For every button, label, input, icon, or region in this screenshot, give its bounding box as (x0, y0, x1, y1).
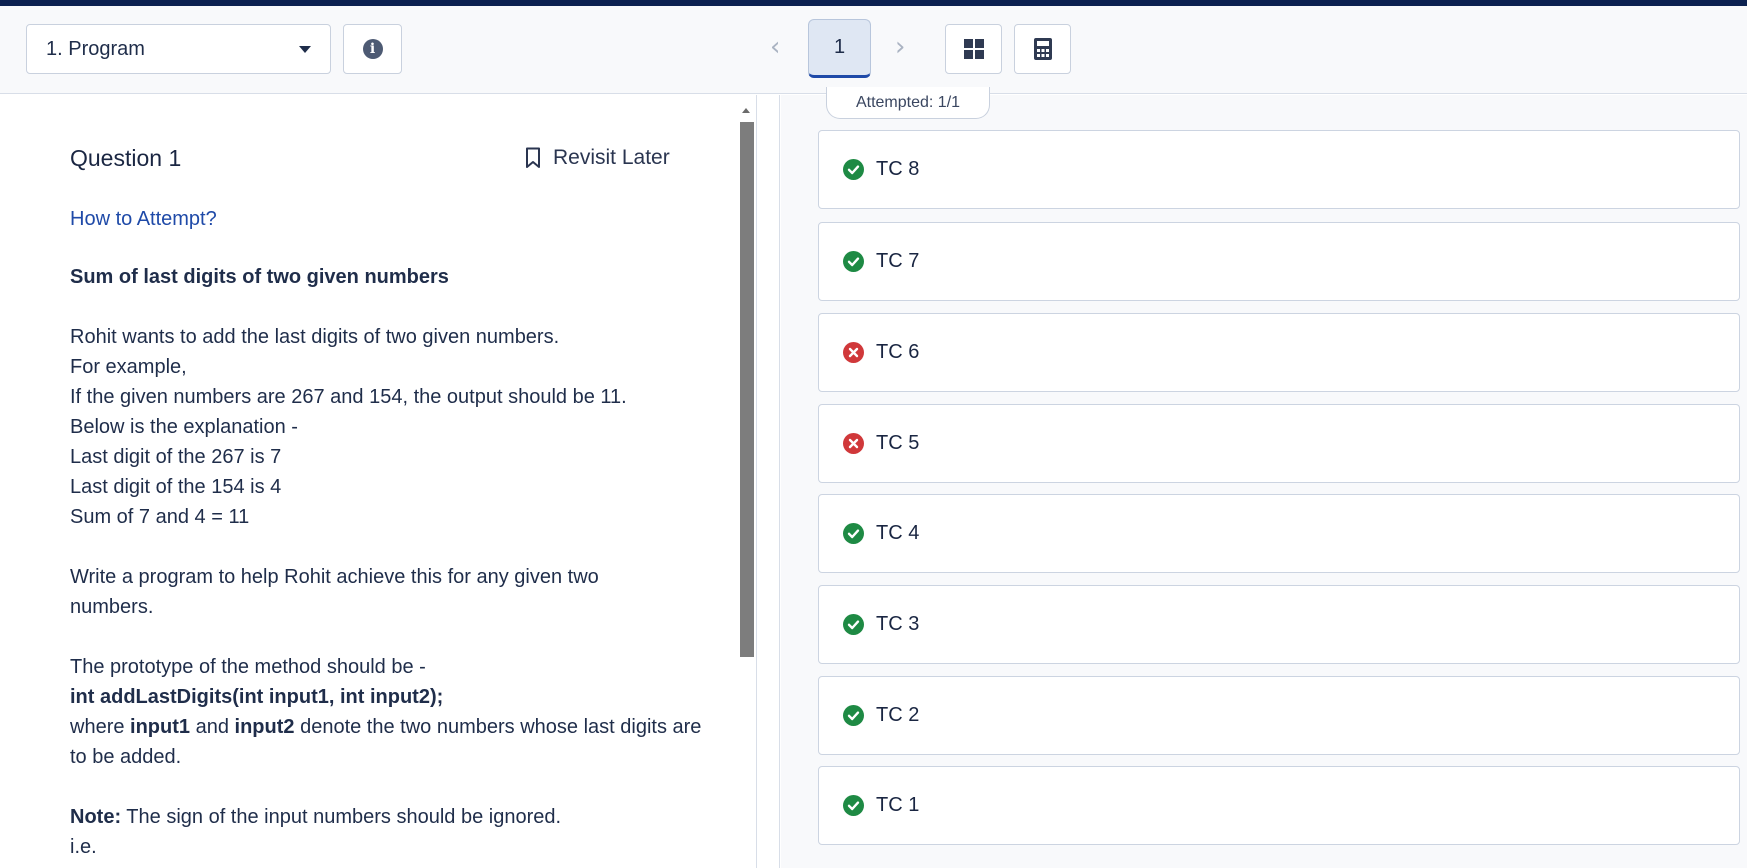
x-circle-icon (843, 433, 864, 454)
prototype-intro: The prototype of the method should be - (70, 656, 426, 678)
body-line: For example, (70, 356, 187, 378)
check-circle-icon (843, 795, 864, 816)
question-body: Sum of last digits of two given numbers … (70, 262, 720, 862)
revisit-later-button[interactable]: Revisit Later (525, 146, 670, 170)
grid-icon (963, 39, 984, 59)
section-select[interactable]: 1. Program (26, 24, 331, 74)
test-case-label: TC 7 (876, 250, 920, 272)
next-question-button[interactable]: › (895, 34, 905, 60)
check-circle-icon (843, 705, 864, 726)
calculator-button[interactable] (1014, 24, 1071, 74)
x-circle-icon (843, 342, 864, 363)
pane-divider[interactable] (756, 95, 780, 868)
method-prototype: int addLastDigits(int input1, int input2… (70, 686, 444, 708)
question-number-button[interactable]: 1 (808, 19, 871, 78)
question-number: 1 (833, 36, 846, 58)
note-text: Note: The sign of the input numbers shou… (70, 806, 562, 828)
ie-text: i.e. (70, 836, 97, 858)
test-case-label: TC 4 (876, 522, 920, 544)
how-to-attempt-link[interactable]: How to Attempt? (70, 208, 217, 231)
body-line: Last digit of the 267 is 7 (70, 446, 282, 468)
test-case-card[interactable]: TC 6 (818, 313, 1740, 392)
test-case-card[interactable]: TC 7 (818, 222, 1740, 301)
test-case-label: TC 8 (876, 158, 920, 180)
body-line: If the given numbers are 267 and 154, th… (70, 386, 627, 408)
grid-view-button[interactable] (945, 24, 1002, 74)
toolbar: 1. Program i ‹ 1 › (0, 6, 1747, 94)
body-line: Sum of 7 and 4 = 11 (70, 506, 250, 528)
question-scrollbar[interactable] (740, 122, 754, 657)
test-case-card[interactable]: TC 5 (818, 404, 1740, 483)
test-case-label: TC 6 (876, 341, 920, 363)
test-case-card[interactable]: TC 2 (818, 676, 1740, 755)
body-line: Below is the explanation - (70, 416, 298, 438)
test-case-label: TC 1 (876, 794, 920, 816)
section-select-value: 1. Program (46, 37, 145, 60)
attempted-count: Attempted: 1/1 (826, 87, 990, 119)
test-case-label: TC 5 (876, 432, 920, 454)
calculator-icon (1033, 38, 1052, 60)
test-case-card[interactable]: TC 8 (818, 130, 1740, 209)
where-text: where input1 and input2 denote the two n… (70, 716, 702, 768)
check-circle-icon (843, 614, 864, 635)
info-button[interactable]: i (343, 24, 402, 74)
test-case-label: TC 2 (876, 704, 920, 726)
info-icon: i (362, 39, 383, 59)
question-title: Question 1 (70, 145, 182, 171)
previous-question-button[interactable]: ‹ (770, 34, 780, 60)
write-program-text: Write a program to help Rohit achieve th… (70, 566, 599, 618)
caret-down-icon (299, 46, 311, 53)
body-line: Rohit wants to add the last digits of tw… (70, 326, 560, 348)
test-case-card[interactable]: TC 1 (818, 766, 1740, 845)
test-case-label: TC 3 (876, 613, 920, 635)
check-circle-icon (843, 159, 864, 180)
check-circle-icon (843, 251, 864, 272)
test-case-card[interactable]: TC 4 (818, 494, 1740, 573)
check-circle-icon (843, 523, 864, 544)
revisit-later-label: Revisit Later (553, 146, 670, 169)
body-line: Last digit of the 154 is 4 (70, 476, 282, 498)
scroll-up-arrow-icon[interactable] (742, 108, 750, 113)
test-case-card[interactable]: TC 3 (818, 585, 1740, 664)
problem-heading: Sum of last digits of two given numbers (70, 266, 449, 288)
bookmark-icon (526, 147, 540, 168)
